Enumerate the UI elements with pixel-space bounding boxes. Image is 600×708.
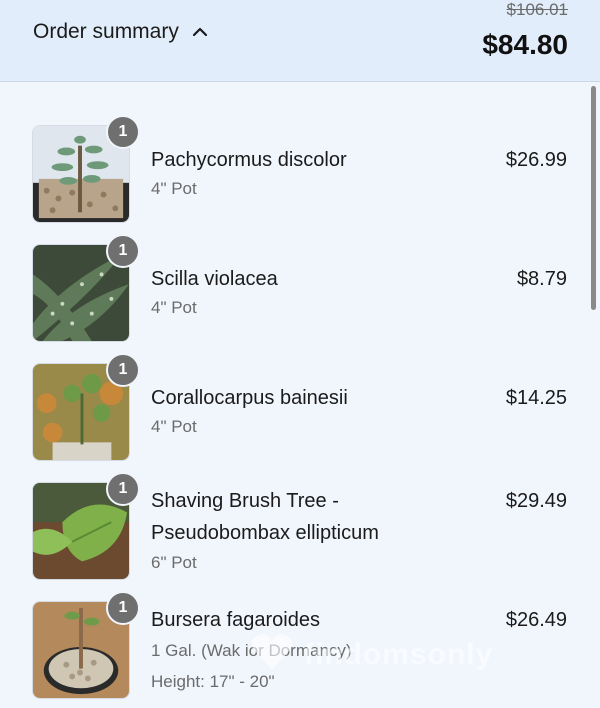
original-total: $106.01 [506,0,568,19]
quantity-badge: 1 [106,234,140,268]
product-price: $26.49 [505,609,567,631]
product-price: $14.25 [505,387,567,409]
chevron-up-icon [192,27,208,37]
product-variant: 4" Pot [151,179,197,198]
watermark: findomsonly [250,632,493,677]
quantity-badge: 1 [106,353,140,387]
line-item: 1 Pachycormus discolor 4" Pot $26.99 [0,115,600,243]
product-variant: 4" Pot [151,417,197,436]
product-name: Pachycormus discolor [151,149,347,171]
product-price: $8.79 [516,268,567,290]
product-variant: 6" Pot [151,553,197,572]
line-item: 1 Shaving Brush Tree - Pseudobombax elli… [0,472,600,600]
product-name-line2: Pseudobombax ellipticum [151,522,379,544]
product-name: Shaving Brush Tree - [151,490,339,512]
order-summary-label: Order summary [33,20,179,43]
heart-icon [250,632,294,677]
product-name: Corallocarpus bainesii [151,387,348,409]
product-price: $26.99 [505,149,567,171]
quantity-badge: 1 [106,115,140,149]
quantity-badge: 1 [106,472,140,506]
order-total: $84.80 [482,29,568,60]
order-summary-toggle[interactable]: Order summary [33,19,208,45]
watermark-text: findomsonly [304,637,494,671]
line-item: 1 Scilla violacea 4" Pot $8.79 [0,234,600,362]
line-item: 1 Corallocarpus bainesii 4" Pot $14.25 [0,353,600,481]
quantity-badge: 1 [106,591,140,625]
product-price: $29.49 [505,490,567,512]
product-variant: 4" Pot [151,298,197,317]
product-name: Scilla violacea [151,268,278,290]
order-summary-header: Order summary $106.01 $84.80 [0,0,600,82]
